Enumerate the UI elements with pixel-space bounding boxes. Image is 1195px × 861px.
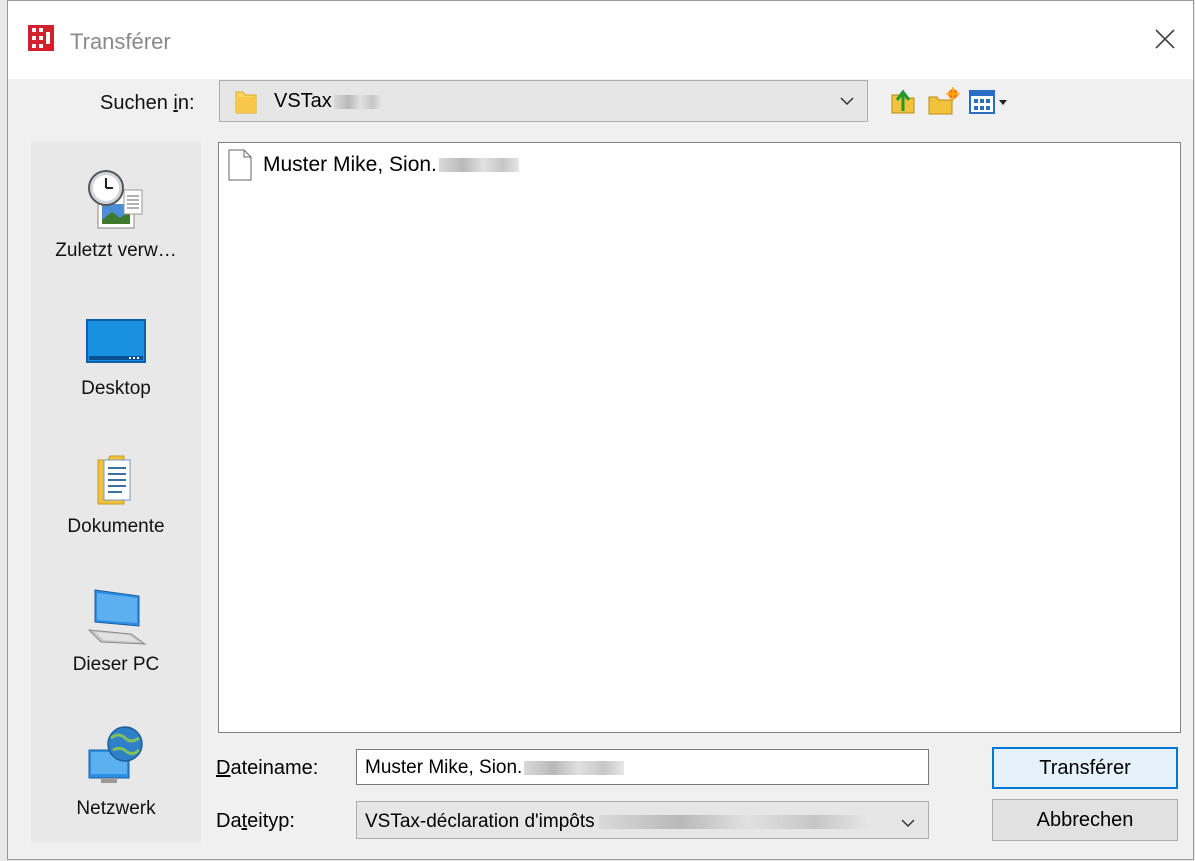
chevron-down-icon (901, 819, 915, 828)
app-logo-icon (28, 25, 54, 51)
filetype-combobox[interactable]: VSTax-déclaration d'impôts (356, 801, 929, 839)
filetype-label: Dateityp: (216, 810, 295, 832)
this-pc-icon (87, 589, 147, 645)
recent-places-icon (88, 170, 143, 229)
places-item-label: Netzwerk (76, 798, 156, 819)
places-item-this-pc[interactable]: Dieser PC (31, 578, 201, 698)
view-menu-icon[interactable] (968, 85, 1012, 117)
filename-input[interactable]: Muster Mike, Sion. (356, 749, 929, 785)
places-item-documents[interactable]: Dokumente (31, 440, 201, 560)
places-item-recent[interactable]: Zuletzt verw… (31, 164, 201, 284)
places-bar: Zuletzt verw… Desktop Dokumente Dieser P… (31, 142, 201, 842)
filename-label: Dateiname: (216, 757, 319, 779)
look-in-value: VSTax (274, 90, 382, 113)
places-item-label: Dokumente (67, 516, 165, 537)
places-item-label: Zuletzt verw… (55, 240, 177, 261)
documents-icon (97, 455, 131, 505)
folder-icon (235, 91, 257, 114)
network-icon (88, 726, 143, 783)
document-file-icon (228, 149, 252, 181)
places-item-desktop[interactable]: Desktop (31, 302, 201, 422)
transfer-button[interactable]: Transférer (992, 747, 1178, 789)
look-in-combobox[interactable]: VSTax (219, 80, 868, 122)
file-dialog: Transférer Suchen in: VSTax Zuletzt verw… (7, 0, 1194, 860)
file-list[interactable]: Muster Mike, Sion. (218, 142, 1181, 733)
filetype-value: VSTax-déclaration d'impôts (365, 811, 869, 833)
places-item-label: Desktop (81, 378, 151, 399)
file-name: Muster Mike, Sion. (263, 153, 519, 177)
window-title: Transférer (70, 29, 171, 54)
title-bar: Transférer (8, 1, 1193, 79)
close-icon[interactable] (1147, 21, 1183, 57)
chevron-down-icon (840, 97, 854, 106)
cancel-button[interactable]: Abbrechen (992, 799, 1178, 841)
places-item-label: Dieser PC (72, 654, 160, 675)
new-folder-icon[interactable] (926, 85, 960, 117)
up-one-level-icon[interactable] (888, 85, 918, 117)
places-item-network[interactable]: Netzwerk (31, 716, 201, 836)
desktop-icon (86, 319, 146, 363)
filename-value: Muster Mike, Sion. (365, 757, 625, 779)
look-in-label: Suchen in: (100, 92, 195, 114)
